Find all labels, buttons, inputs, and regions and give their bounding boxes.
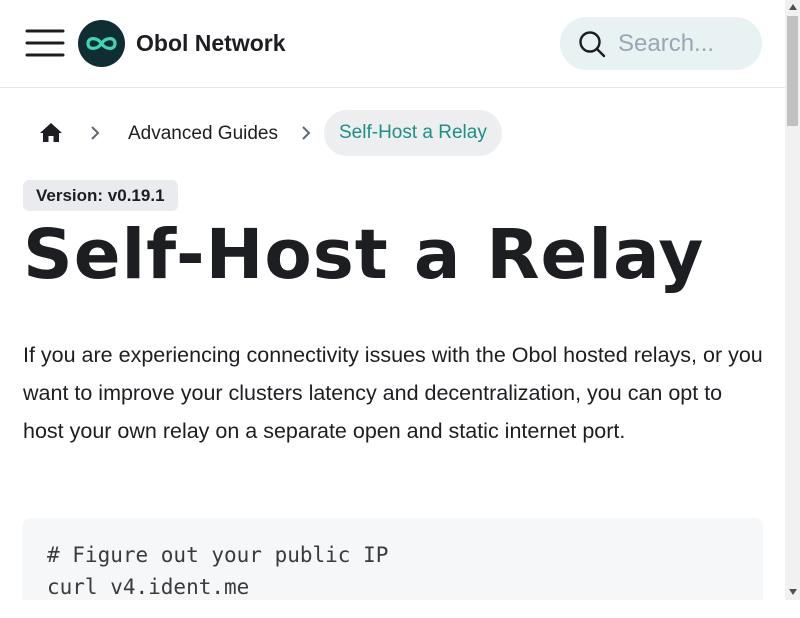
- navbar: Obol Network: [0, 0, 785, 88]
- scroll-up-arrow-icon[interactable]: [789, 4, 797, 10]
- search-icon: [578, 30, 606, 63]
- scroll-down-arrow-icon[interactable]: [789, 589, 797, 595]
- code-line: # Figure out your public IP: [47, 543, 389, 567]
- search-box[interactable]: [560, 17, 762, 70]
- breadcrumb-item-current: Self-Host a Relay: [324, 110, 502, 156]
- home-icon[interactable]: [35, 119, 67, 147]
- intro-paragraph: If you are experiencing connectivity iss…: [23, 343, 763, 443]
- version-badge: Version: v0.19.1: [23, 180, 178, 211]
- hamburger-menu-icon[interactable]: [24, 24, 66, 62]
- scrollbar[interactable]: [785, 0, 800, 600]
- search-input[interactable]: [618, 27, 753, 60]
- breadcrumb: Advanced Guides Self-Host a Relay: [0, 110, 785, 156]
- scrollbar-thumb[interactable]: [787, 16, 798, 126]
- code-line: curl v4.ident.me: [47, 575, 250, 599]
- page-title: Self-Host a Relay: [23, 215, 705, 295]
- breadcrumb-item-advanced-guides[interactable]: Advanced Guides: [128, 123, 278, 145]
- infinity-logo-icon[interactable]: [78, 20, 125, 67]
- window-bottom-edge: [0, 600, 800, 618]
- chevron-right-icon: [300, 125, 312, 146]
- brand-title[interactable]: Obol Network: [136, 30, 286, 57]
- chevron-right-icon: [89, 125, 101, 146]
